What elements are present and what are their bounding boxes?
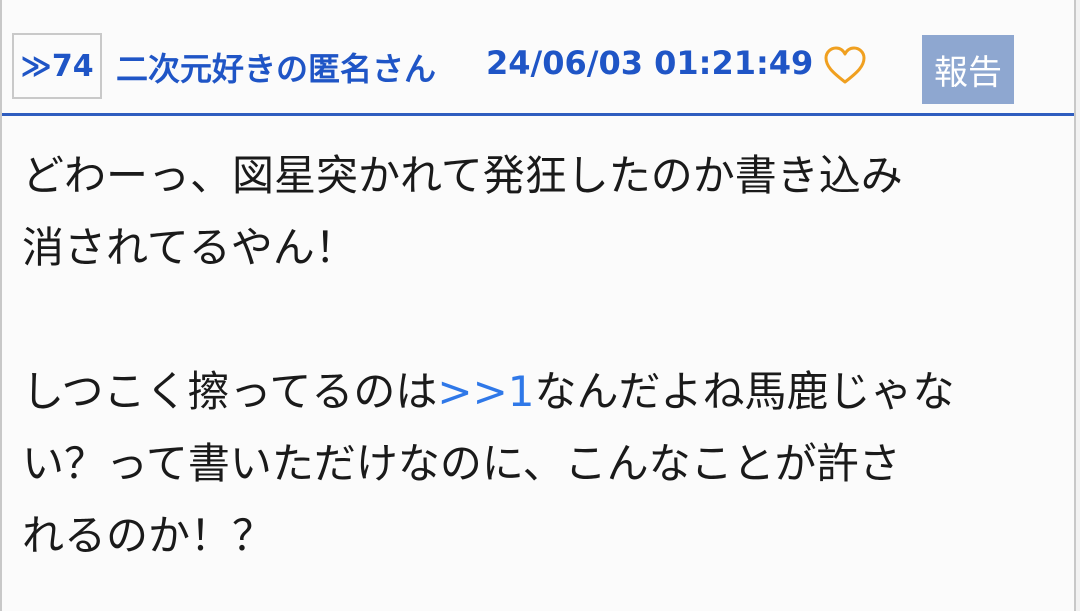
reply-anchor-link[interactable]: >>1 (437, 367, 534, 416)
body-text: なんだよね馬鹿じゃな (534, 367, 955, 416)
post-body: どわーっ、図星突かれて発狂したのか書き込み 消されてるやん！ しつこく擦ってるの… (22, 140, 1062, 572)
heart-icon[interactable] (822, 44, 868, 86)
body-line: い？って書いただけなのに、こんなことが許さ (22, 439, 901, 488)
author-name: 二次元好きの匿名さん (116, 50, 437, 88)
body-line: しつこく擦ってるのは>>1なんだよね馬鹿じゃな (22, 356, 1062, 428)
reply-number-button[interactable]: ≫74 (12, 33, 102, 99)
body-line: れるのか！？ (22, 511, 275, 560)
body-line: どわーっ、図星突かれて発狂したのか書き込み (22, 151, 903, 200)
body-line: 消されてるやん！ (22, 223, 357, 272)
post-datetime: 24/06/03 01:21:49 (486, 44, 814, 82)
body-text: しつこく擦ってるのは (22, 367, 438, 416)
post-header: ≫74 二次元好きの匿名さん 24/06/03 01:21:49 報告 (2, 0, 1074, 116)
post-card: ≫74 二次元好きの匿名さん 24/06/03 01:21:49 報告 どわーっ… (0, 0, 1076, 611)
report-button[interactable]: 報告 (922, 35, 1014, 104)
